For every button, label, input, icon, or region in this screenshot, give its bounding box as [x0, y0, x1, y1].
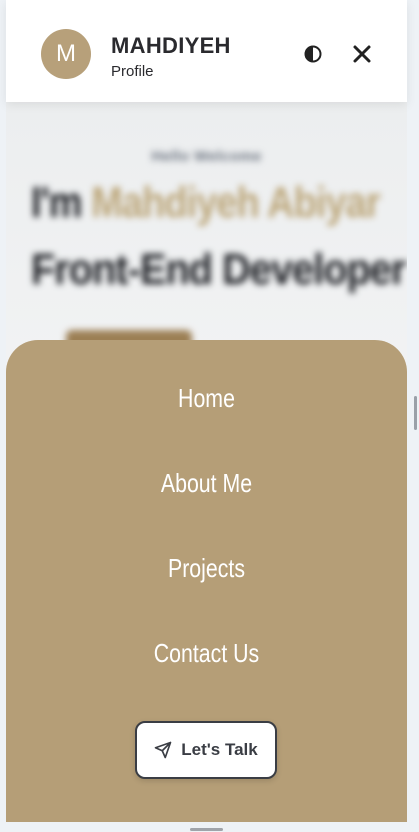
contrast-icon [304, 45, 322, 63]
lets-talk-label: Let's Talk [181, 740, 258, 759]
close-icon [353, 45, 371, 63]
hero-greeting: Hello Welcome [151, 148, 262, 165]
menu-item-projects[interactable]: Projects [42, 553, 371, 584]
profile-name: MAHDIYEH [111, 33, 231, 58]
scrollbar-thumb[interactable] [414, 396, 417, 430]
paper-plane-icon [154, 741, 172, 759]
hero-intro-name: Mahdiyeh Abiyar [91, 178, 380, 227]
hero-role: Front-End Developer [31, 245, 406, 294]
theme-toggle-button[interactable] [303, 44, 323, 64]
menu-item-about-me[interactable]: About Me [42, 468, 371, 499]
hero-intro-prefix: I'm [31, 178, 92, 227]
menu-item-home[interactable]: Home [42, 383, 371, 414]
avatar: M [41, 29, 91, 79]
close-menu-button[interactable] [351, 43, 373, 65]
nav-menu-panel: Home About Me Projects Contact Us Let's … [6, 340, 407, 822]
profile-subtitle: Profile [111, 63, 154, 80]
menu-item-contact-us[interactable]: Contact Us [42, 638, 371, 669]
hero-intro: I'm Mahdiyeh Abiyar [31, 178, 381, 228]
lets-talk-button[interactable]: Let's Talk [135, 721, 277, 779]
top-header: M MAHDIYEH Profile [6, 0, 407, 102]
home-indicator [190, 828, 223, 831]
